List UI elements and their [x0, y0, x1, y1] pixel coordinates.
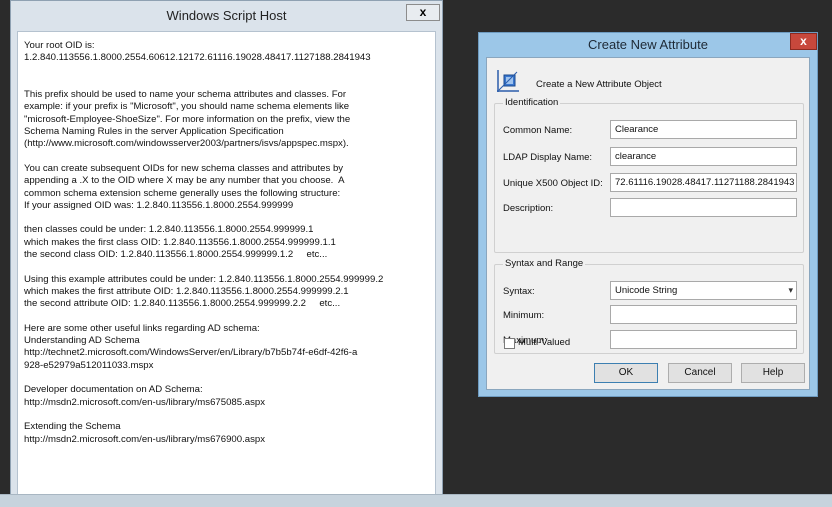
wsh-message-line: Extending the Schema [24, 421, 121, 433]
wsh-message-line [24, 77, 429, 89]
wsh-message-line [24, 65, 429, 77]
wsh-message-text: Your root OID is: 1.2.840.113556.1.8000.2… [24, 40, 429, 446]
wsh-message-line: (http://www.microsoft.com/windowsserver2… [24, 138, 349, 150]
help-button[interactable]: Help [741, 363, 805, 383]
wsh-message-line: 928-e52979a512011033.mspx [24, 359, 154, 371]
create-attribute-dialog: Create New Attribute x Create a New Attr… [478, 32, 818, 397]
wsh-message-line: http://technet2.microsoft.com/WindowsSer… [24, 347, 358, 359]
common-name-label: Common Name: [503, 125, 573, 136]
dialog-title: Create New Attribute [588, 37, 708, 52]
wsh-message-line: 1.2.840.113556.1.8000.2554.60612.12172.6… [24, 52, 371, 64]
wsh-message-line: This prefix should be used to name your … [24, 89, 347, 101]
ldap-display-name-label: LDAP Display Name: [503, 152, 593, 163]
wsh-message-line: the second attribute OID: 1.2.840.113556… [24, 298, 341, 310]
identification-group: Identification Common Name: Clearance LD… [494, 97, 804, 253]
object-id-field[interactable]: 72.61116.19028.48417.11271188.2841943 [610, 173, 797, 192]
wsh-title: Windows Script Host [166, 8, 287, 23]
syntax-select[interactable]: Unicode String ▾ [610, 281, 797, 300]
minimum-field[interactable] [610, 305, 797, 324]
wsh-message-line: Your root OID is: [24, 40, 95, 51]
dialog-header-label: Create a New Attribute Object [536, 79, 662, 90]
wsh-window: Windows Script Host x Your root OID is: 1… [10, 0, 443, 497]
wsh-message-line [24, 261, 429, 273]
cancel-button[interactable]: Cancel [668, 363, 732, 383]
wsh-message-line [24, 311, 429, 323]
wsh-message-line: Here are some other useful links regardi… [24, 322, 260, 334]
wsh-message-line: common schema extension scheme generally… [24, 187, 341, 199]
multi-valued-label: Multi-Valued [518, 337, 571, 348]
attribute-object-icon [497, 70, 519, 92]
wsh-message-line: You can create subsequent OIDs for new s… [24, 162, 344, 174]
wsh-message-line: which makes the first attribute OID: 1.2… [24, 285, 349, 297]
wsh-message-line: Using this example attributes could be u… [24, 273, 384, 285]
wsh-message-line: Developer documentation on AD Schema: [24, 384, 203, 396]
wsh-message-line: then classes could be under: 1.2.840.113… [24, 224, 314, 236]
wsh-message-line [24, 212, 429, 224]
wsh-message-line: "microsoft-Employee-ShoeSize". For more … [24, 113, 351, 125]
wsh-message-line: Understanding AD Schema [24, 335, 140, 347]
minimum-label: Minimum: [503, 310, 545, 321]
common-name-field[interactable]: Clearance [610, 120, 797, 139]
wsh-message-line: example: if your prefix is "Microsoft", … [24, 101, 350, 113]
wsh-message-line [24, 409, 429, 421]
dialog-body: Create a New Attribute Object Identifica… [486, 57, 810, 390]
maximum-field[interactable] [610, 330, 797, 349]
wsh-message-line [24, 151, 429, 163]
syntax-select-value: Unicode String [615, 285, 678, 296]
wsh-message-line [24, 372, 429, 384]
multi-valued-checkbox[interactable] [504, 338, 515, 349]
wsh-message-area: Your root OID is: 1.2.840.113556.1.8000.2… [17, 31, 436, 497]
wsh-message-line: which makes the first class OID: 1.2.840… [24, 236, 336, 248]
wsh-message-line: http://msdn2.microsoft.com/en-us/library… [24, 433, 266, 445]
wsh-close-button[interactable]: x [406, 4, 440, 21]
syntax-range-group-title: Syntax and Range [503, 258, 586, 269]
ok-button[interactable]: OK [594, 363, 658, 383]
taskbar [0, 494, 832, 507]
identification-group-title: Identification [503, 97, 561, 108]
object-id-label: Unique X500 Object ID: [503, 178, 603, 189]
wsh-message-line: If your assigned OID was: 1.2.840.113556… [24, 199, 294, 211]
wsh-message-line: Schema Naming Rules in the server Applic… [24, 126, 284, 138]
wsh-message-line: http://msdn2.microsoft.com/en-us/library… [24, 396, 266, 408]
wsh-message-line: the second class OID: 1.2.840.113556.1.8… [24, 249, 328, 261]
dialog-close-button[interactable]: x [790, 33, 817, 50]
syntax-label: Syntax: [503, 286, 535, 297]
description-label: Description: [503, 203, 554, 214]
wsh-message-line: appending a .X to the OID where X may be… [24, 175, 345, 187]
description-field[interactable] [610, 198, 797, 217]
chevron-down-icon[interactable]: ▾ [788, 282, 793, 299]
ldap-display-name-field[interactable]: clearance [610, 147, 797, 166]
